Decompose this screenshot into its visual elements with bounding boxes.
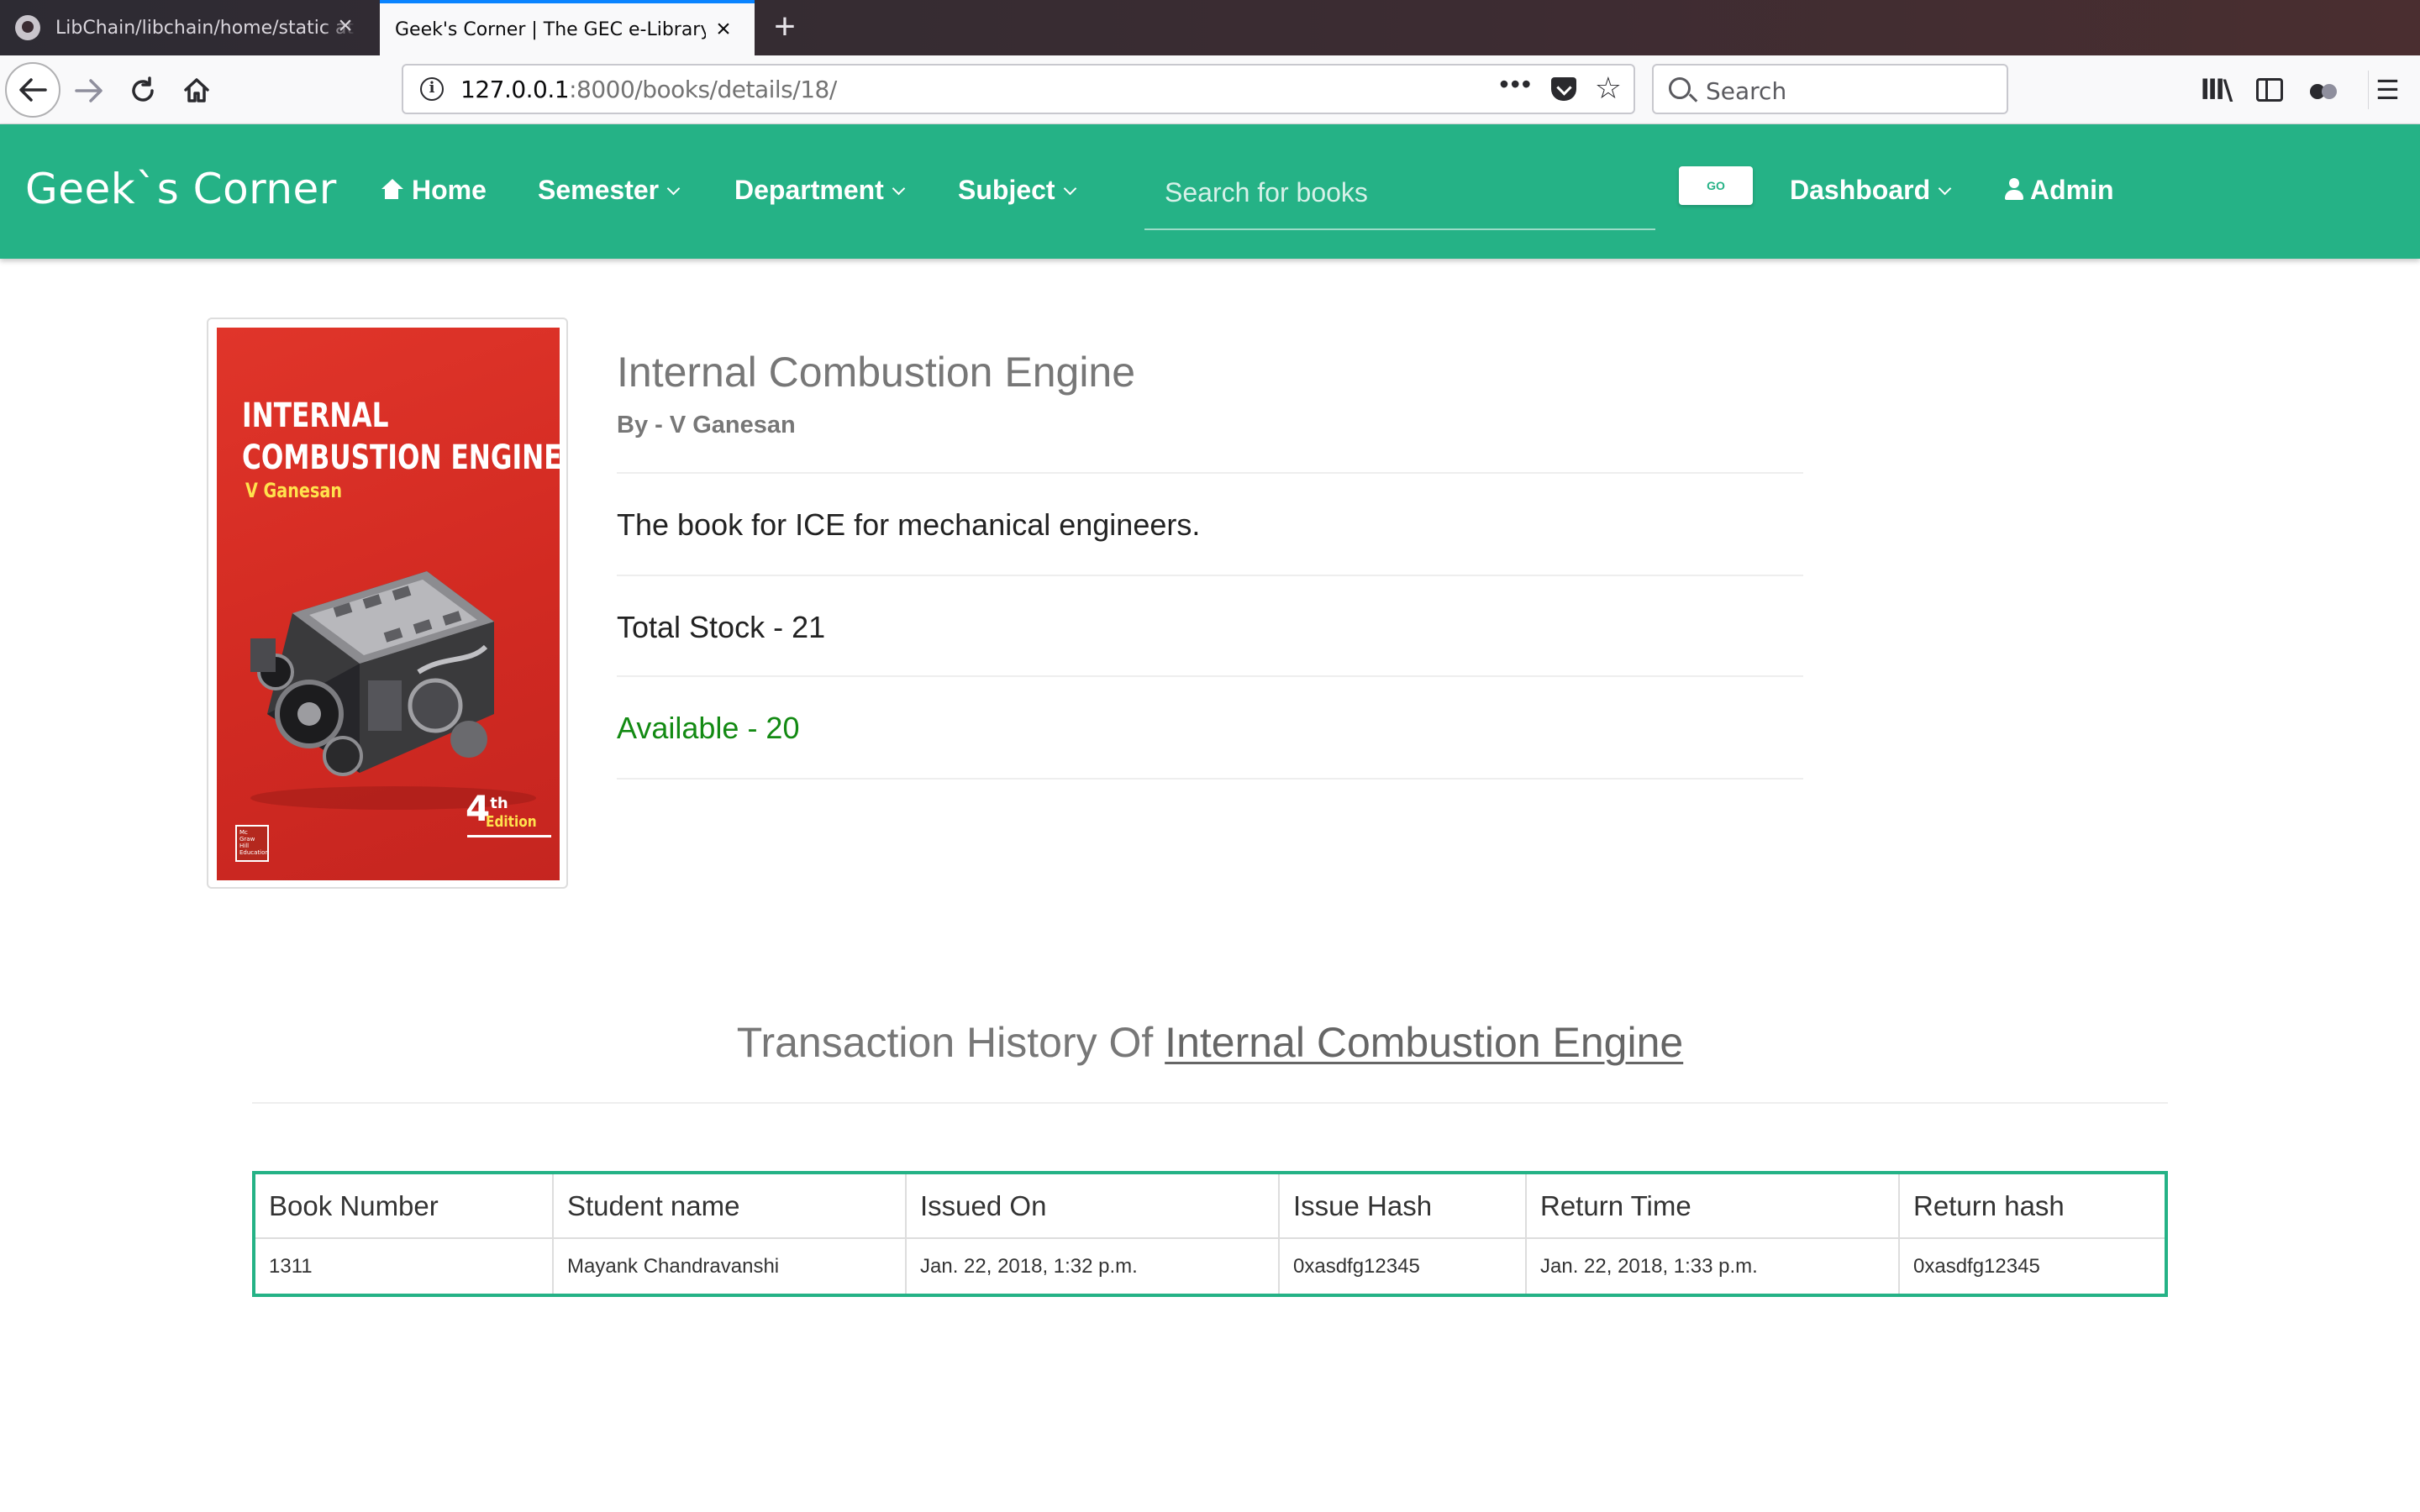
chevron-down-icon bbox=[666, 181, 681, 196]
search-icon bbox=[1669, 77, 1691, 99]
tab-title: LibChain/libchain/home/static at bbox=[55, 17, 355, 39]
back-button[interactable] bbox=[5, 62, 60, 118]
chevron-down-icon bbox=[892, 181, 906, 196]
reload-icon bbox=[132, 76, 154, 102]
url-text[interactable]: 127.0.0.1:8000/books/details/18/ bbox=[460, 76, 837, 103]
close-icon[interactable]: × bbox=[711, 17, 736, 42]
site-brand[interactable]: Geek`s Corner bbox=[25, 165, 337, 213]
divider bbox=[617, 472, 1803, 474]
transaction-table: Book Number Student name Issued On Issue… bbox=[252, 1171, 2168, 1297]
column-header-student-name: Student name bbox=[552, 1172, 907, 1239]
nav-admin[interactable]: Admin bbox=[2005, 175, 2114, 206]
back-arrow-icon bbox=[19, 78, 47, 102]
book-cover-image: INTERNAL COMBUSTION ENGINES V Ganesan 4t… bbox=[217, 328, 560, 880]
cell-return-hash: 0xasdfg12345 bbox=[1898, 1237, 2167, 1296]
search-placeholder: Search bbox=[1706, 77, 1787, 105]
nav-department-dropdown[interactable]: Department bbox=[734, 175, 906, 206]
site-navbar: Geek`s Corner Home Semester Department S… bbox=[0, 124, 2420, 259]
nav-home[interactable]: Home bbox=[380, 175, 487, 206]
book-title: Internal Combustion Engine bbox=[617, 349, 1136, 396]
column-header-return-time: Return Time bbox=[1525, 1172, 1900, 1239]
chevron-down-icon bbox=[1063, 181, 1076, 196]
column-header-issue-hash: Issue Hash bbox=[1278, 1172, 1527, 1239]
cover-author: V Ganesan bbox=[245, 479, 343, 502]
bookmark-star-icon[interactable]: ☆ bbox=[1595, 71, 1622, 106]
browser-tab-libchain[interactable]: LibChain/libchain/home/static at × bbox=[0, 0, 376, 55]
book-cover-thumbnail: INTERNAL COMBUSTION ENGINES V Ganesan 4t… bbox=[207, 318, 568, 889]
home-icon bbox=[184, 78, 209, 102]
engine-illustration bbox=[250, 571, 536, 810]
column-header-book-number: Book Number bbox=[253, 1172, 554, 1239]
home-button[interactable] bbox=[173, 67, 220, 114]
extension-icon[interactable] bbox=[2304, 71, 2343, 109]
sidebar-icon[interactable] bbox=[2250, 71, 2289, 109]
cover-title: INTERNAL COMBUSTION ENGINES bbox=[242, 396, 560, 477]
browser-tab-bar: LibChain/libchain/home/static at × Geek'… bbox=[0, 0, 2420, 55]
table-row: 1311 Mayank Chandravanshi Jan. 22, 2018,… bbox=[253, 1237, 2167, 1296]
cover-divider bbox=[467, 835, 551, 837]
forward-arrow-icon bbox=[75, 79, 103, 102]
page-actions-icon[interactable]: ••• bbox=[1499, 69, 1533, 100]
publisher-logo: Mc Graw Hill Education bbox=[235, 825, 269, 862]
pocket-icon[interactable] bbox=[1551, 77, 1576, 101]
nav-semester-dropdown[interactable]: Semester bbox=[538, 175, 681, 206]
new-tab-icon[interactable]: + bbox=[766, 8, 803, 45]
url-bar[interactable]: i 127.0.0.1:8000/books/details/18/ ••• ☆ bbox=[402, 64, 1635, 114]
home-icon bbox=[380, 179, 403, 201]
transaction-history-heading: Transaction History Of Internal Combusti… bbox=[736, 1019, 1684, 1066]
table-header-row: Book Number Student name Issued On Issue… bbox=[253, 1172, 2167, 1239]
forward-button[interactable] bbox=[66, 67, 113, 114]
user-icon bbox=[2005, 178, 2023, 202]
cell-book-number: 1311 bbox=[253, 1237, 554, 1296]
library-icon[interactable]: lll\ bbox=[2196, 71, 2235, 109]
divider bbox=[617, 778, 1803, 780]
info-icon[interactable]: i bbox=[420, 77, 444, 101]
github-icon bbox=[15, 15, 40, 40]
divider bbox=[617, 675, 1803, 677]
column-header-return-hash: Return hash bbox=[1898, 1172, 2167, 1239]
cell-student-name: Mayank Chandravanshi bbox=[552, 1237, 907, 1296]
book-description: The book for ICE for mechanical engineer… bbox=[617, 507, 1201, 542]
nav-subject-dropdown[interactable]: Subject bbox=[958, 175, 1076, 206]
divider bbox=[617, 575, 1803, 576]
total-stock: Total Stock - 21 bbox=[617, 610, 826, 644]
browser-toolbar: i 127.0.0.1:8000/books/details/18/ ••• ☆… bbox=[0, 55, 2420, 124]
tab-title: Geek's Corner | The GEC e-Library bbox=[395, 18, 706, 40]
book-author: By - V Ganesan bbox=[617, 412, 796, 438]
book-search-input[interactable] bbox=[1144, 156, 1655, 228]
column-header-issued-on: Issued On bbox=[905, 1172, 1280, 1239]
reload-button[interactable] bbox=[119, 67, 166, 114]
cell-issued-on: Jan. 22, 2018, 1:32 p.m. bbox=[905, 1237, 1280, 1296]
divider bbox=[252, 1102, 2168, 1104]
nav-dashboard-dropdown[interactable]: Dashboard bbox=[1790, 175, 1952, 206]
browser-tab-geeks-corner[interactable]: Geek's Corner | The GEC e-Library × bbox=[380, 0, 755, 55]
close-icon[interactable]: × bbox=[333, 13, 358, 39]
hamburger-menu-icon[interactable]: ☰ bbox=[2368, 71, 2407, 109]
go-button[interactable]: GO bbox=[1679, 166, 1753, 205]
cover-edition-label: Edition bbox=[486, 813, 537, 831]
cell-issue-hash: 0xasdfg12345 bbox=[1278, 1237, 1527, 1296]
cell-return-time: Jan. 22, 2018, 1:33 p.m. bbox=[1525, 1237, 1900, 1296]
chevron-down-icon bbox=[1938, 181, 1952, 196]
book-title-link[interactable]: Internal Combustion Engine bbox=[1165, 1019, 1683, 1066]
available-count: Available - 20 bbox=[617, 711, 800, 745]
browser-search-input[interactable]: Search bbox=[1652, 64, 2008, 114]
book-search-field[interactable] bbox=[1144, 156, 1655, 230]
